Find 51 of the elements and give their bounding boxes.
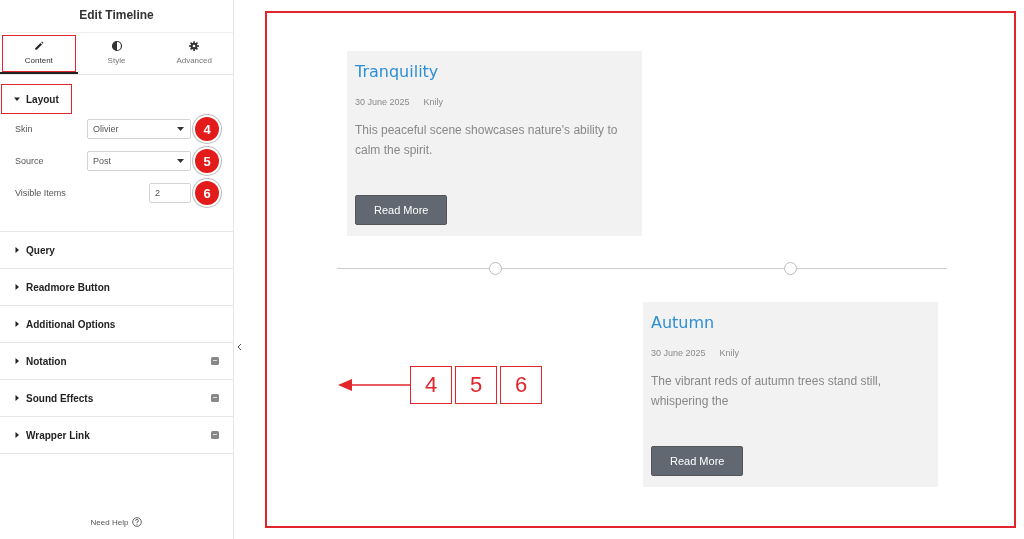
section-header[interactable]: Readmore Button: [0, 269, 233, 305]
caret-icon: [14, 395, 20, 401]
caret-icon: [14, 321, 20, 327]
step-badge: 5: [195, 149, 219, 173]
section-header[interactable]: Layout: [2, 85, 71, 113]
help-link[interactable]: Need Help: [90, 517, 129, 527]
caret-icon: [14, 432, 20, 438]
post-title: Tranquility: [355, 62, 440, 81]
field-label: Source: [15, 156, 45, 166]
section-header[interactable]: Sound Effects: [0, 380, 233, 416]
section-header[interactable]: Notation: [0, 343, 233, 379]
chevron-icon: [236, 343, 242, 351]
tab[interactable]: Advanced: [155, 33, 233, 74]
select-field[interactable]: Post: [87, 151, 191, 171]
caret-icon: [14, 247, 20, 253]
number-field[interactable]: 2: [149, 183, 191, 203]
step-badge: 6: [195, 181, 219, 205]
read-more-button[interactable]: Read More: [355, 195, 448, 225]
pencil-icon: [32, 40, 45, 52]
section-header[interactable]: Additional Options: [0, 306, 233, 342]
read-more-button[interactable]: Read More: [651, 446, 744, 476]
timeline-dot: [784, 262, 797, 275]
caret-icon: [14, 358, 20, 364]
tab[interactable]: Content: [0, 33, 78, 74]
post-date: 30 June 2025: [355, 97, 410, 107]
post-author: Knily: [719, 348, 740, 358]
contrast-icon: [110, 40, 123, 52]
tab[interactable]: Style: [77, 33, 156, 74]
step-label: 6: [500, 366, 542, 404]
caret-icon: [177, 127, 184, 131]
panel-title: Edit Timeline: [78, 7, 155, 24]
field-label: Skin: [15, 124, 34, 134]
select-field[interactable]: Olivier: [87, 119, 191, 139]
caret-icon: [14, 284, 20, 290]
step-badge: 4: [195, 117, 219, 141]
step-label: 4: [410, 366, 452, 404]
timeline-dot: [489, 262, 502, 275]
post-excerpt: This peaceful scene showcases nature's ability to calm the spirit.: [355, 122, 619, 159]
post-author: Knily: [423, 97, 444, 107]
step-label: 5: [455, 366, 497, 404]
arrow-icon: [338, 379, 410, 391]
caret-icon: [14, 96, 20, 102]
section-header[interactable]: Query: [0, 232, 233, 268]
settings-icon: [188, 40, 201, 52]
section-header[interactable]: Wrapper Link: [0, 417, 233, 453]
caret-icon: [177, 159, 184, 163]
post-date: 30 June 2025: [651, 348, 706, 358]
post-title: Autumn: [651, 313, 716, 332]
field-label: Visible Items: [15, 188, 67, 198]
post-excerpt: The vibrant reds of autumn trees stand still, whispering the: [651, 373, 883, 410]
help-icon: [132, 517, 143, 527]
